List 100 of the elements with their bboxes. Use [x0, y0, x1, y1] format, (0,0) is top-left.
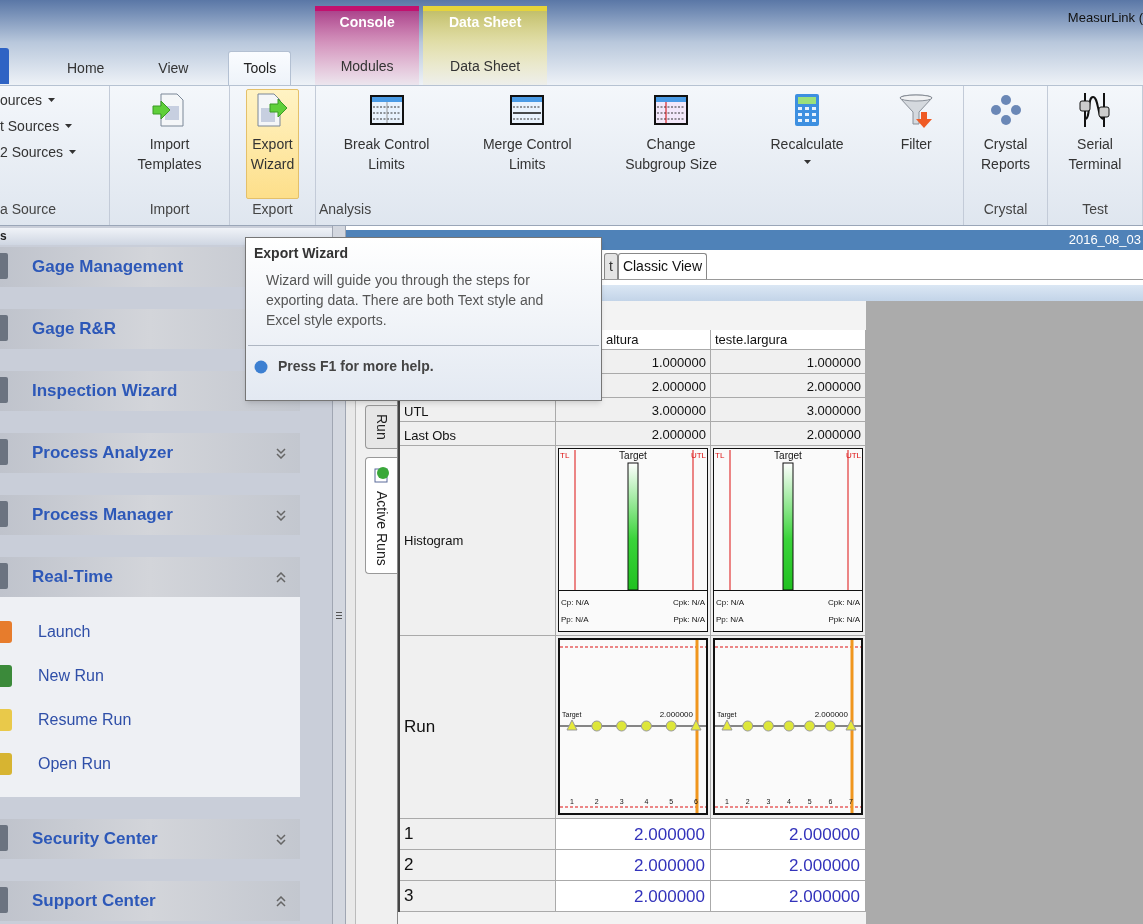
target-label: Target: [619, 450, 647, 461]
side-tab[interactable]: Run: [365, 405, 397, 449]
table-cell: 2.000000: [556, 881, 711, 912]
document-tab[interactable]: t: [604, 253, 618, 279]
caret-icon: [803, 160, 811, 164]
data-point: [640, 720, 652, 732]
table-icon: [510, 95, 545, 125]
ribbon-tab[interactable]: Tools: [228, 51, 292, 85]
ribbon-menu-button[interactable]: 2 Sources: [0, 140, 106, 164]
limit-label: TL: [715, 451, 725, 460]
table-cell: 3.000000: [711, 398, 866, 422]
contextual-tab-header: Console: [338, 13, 396, 32]
document-icon: [373, 465, 390, 483]
calculator-icon: [795, 94, 820, 126]
ribbon-group-label: Crystal: [982, 200, 1029, 219]
ribbon-group-label: a Source: [0, 200, 58, 219]
column-header: teste.largura: [711, 330, 866, 350]
sidebar-section-header[interactable]: Process Manager: [0, 495, 300, 535]
value-label: 2.000000: [814, 710, 848, 719]
data-point: [742, 720, 754, 732]
stat-label: Pp: N/A: [561, 615, 589, 624]
stat-label: Cp: N/A: [716, 598, 744, 607]
ribbon-group-label: Export: [251, 200, 294, 219]
caret-icon: [48, 98, 56, 102]
ribbon-button[interactable]: Change Subgroup Size: [620, 89, 722, 199]
data-point: [721, 719, 733, 731]
sidebar-item[interactable]: Open Run: [0, 747, 300, 781]
ribbon-group-label: Analysis: [319, 200, 373, 219]
ribbon-tab[interactable]: Home: [53, 51, 119, 85]
side-tab[interactable]: Active Runs: [365, 456, 397, 575]
help-icon: [254, 359, 268, 374]
ribbon-button[interactable]: Filter: [892, 89, 941, 199]
stat-label: Cpk: N/A: [673, 598, 705, 607]
item-icon: [0, 709, 12, 731]
contextual-tab-header: Data Sheet: [447, 13, 523, 32]
table-cell: 2.000000: [556, 850, 711, 881]
table-cell: 2.000000: [711, 850, 866, 881]
data-point: [566, 719, 578, 731]
table-cell: 2.000000: [711, 881, 866, 912]
sidebar-item[interactable]: Resume Run: [0, 703, 300, 737]
ribbon-tab[interactable]: View: [144, 51, 203, 85]
module-icon: [0, 563, 8, 589]
ribbon-menu-button[interactable]: t Sources: [0, 114, 106, 138]
table-icon: [369, 95, 404, 125]
ribbon-group-label: Import: [148, 200, 191, 219]
ribbon-button[interactable]: Merge Control Limits: [477, 89, 577, 199]
data-point: [690, 719, 702, 731]
table-cell: 2.000000: [556, 422, 711, 446]
module-icon: [0, 253, 8, 279]
sidebar-section-header[interactable]: Security Center: [0, 819, 300, 859]
sidebar-section-header[interactable]: Process Analyzer: [0, 433, 300, 473]
module-icon: [0, 501, 8, 527]
ribbon-button[interactable]: Crystal Reports: [976, 89, 1035, 199]
table-cell: 3.000000: [556, 398, 711, 422]
ribbon-button[interactable]: Recalculate: [765, 89, 849, 199]
document-arrow-icon: [152, 93, 183, 127]
ribbon-group-label: Test: [1081, 200, 1109, 219]
sidebar-section-header[interactable]: Support Center: [0, 881, 300, 921]
table-cell: 1.000000: [711, 350, 866, 374]
stat-label: Cp: N/A: [561, 598, 589, 607]
document-tab[interactable]: Classic View: [617, 253, 707, 279]
limit-label: UTL: [690, 451, 706, 460]
caret-icon: [65, 124, 73, 128]
limit-label: UTL: [845, 451, 861, 460]
splitter-grip-icon[interactable]: [336, 611, 342, 619]
table-cell: 2.000000: [556, 819, 711, 850]
ribbon-tab[interactable]: Data Sheet: [423, 48, 548, 85]
data-point: [824, 720, 836, 732]
ribbon-button[interactable]: Break Control Limits: [338, 89, 435, 199]
document-title: 2016_08_03: [1068, 231, 1141, 250]
data-point: [845, 719, 857, 731]
ribbon-menu-button[interactable]: ources: [0, 88, 106, 112]
table-cell: 2.000000: [711, 819, 866, 850]
target-label: Target: [774, 450, 802, 461]
ribbon-tab[interactable]: Modules: [315, 48, 420, 85]
module-icon: [0, 825, 8, 851]
sidebar-section-header[interactable]: Real-Time: [0, 557, 300, 597]
sidebar-item[interactable]: Launch: [0, 615, 300, 649]
item-icon: [0, 621, 12, 643]
module-icon: [0, 377, 8, 403]
data-point: [783, 720, 795, 732]
module-icon: [0, 439, 8, 465]
module-icon: [0, 315, 8, 341]
stat-label: Pp: N/A: [716, 615, 744, 624]
data-point: [616, 720, 628, 732]
ribbon-button[interactable]: Serial Terminal: [1063, 89, 1127, 199]
item-icon: [0, 665, 12, 687]
ribbon-button[interactable]: Import Templates: [132, 89, 207, 199]
data-point: [591, 720, 603, 732]
ribbon-button[interactable]: Export Wizard: [245, 89, 300, 199]
data-point: [665, 720, 677, 732]
stat-label: Ppk: N/A: [673, 615, 705, 624]
connector-cable-icon: [1079, 92, 1110, 128]
sidebar-item[interactable]: New Run: [0, 659, 300, 693]
stat-label: Cpk: N/A: [828, 598, 860, 607]
data-point: [804, 720, 816, 732]
table-cell: 2.000000: [711, 422, 866, 446]
limit-label: TL: [560, 451, 570, 460]
four-dots-icon: [990, 95, 1021, 125]
stat-label: Ppk: N/A: [828, 615, 860, 624]
